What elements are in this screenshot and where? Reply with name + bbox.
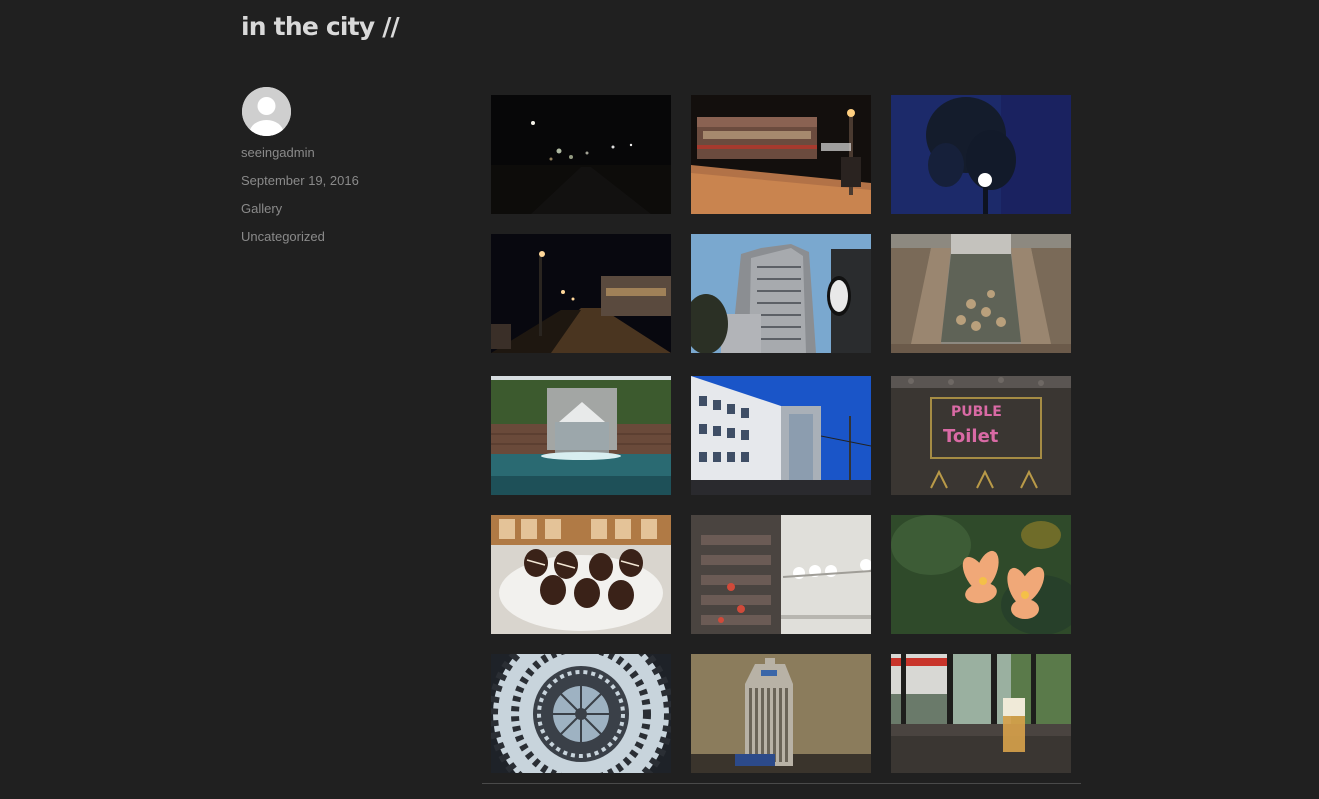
gallery-thumb[interactable]: [691, 515, 871, 634]
gallery-thumb[interactable]: PUBLE Toilet: [891, 376, 1071, 495]
post-meta: seeingadmin September 19, 2016 Gallery U…: [241, 142, 359, 254]
train-at-platform-night-image: [691, 95, 871, 214]
gallery-thumb[interactable]: [491, 515, 671, 634]
category-link-gallery[interactable]: Gallery: [241, 201, 282, 216]
gallery-thumb[interactable]: [891, 95, 1071, 214]
window-drink-view-image: [891, 654, 1071, 773]
gallery-thumb[interactable]: [691, 654, 871, 773]
gallery-thumb[interactable]: [891, 515, 1071, 634]
station-platform-night-image: [491, 234, 671, 353]
city-skyscraper-image: [691, 234, 871, 353]
meta-category: Uncategorized: [241, 226, 359, 254]
gallery-thumb[interactable]: [691, 234, 871, 353]
night-street-lights-image: [491, 95, 671, 214]
water-fountain-wall-image: [491, 376, 671, 495]
gallery-thumb[interactable]: [691, 376, 871, 495]
public-toilet-chalk-image: PUBLE Toilet: [891, 376, 1071, 495]
gallery-thumb[interactable]: [491, 234, 671, 353]
meta-category: Gallery: [241, 198, 359, 226]
author-link[interactable]: seeingadmin: [241, 145, 315, 160]
gallery-thumb[interactable]: [491, 376, 671, 495]
gallery-thumb[interactable]: [491, 654, 671, 773]
content-divider: [482, 783, 1081, 784]
category-link-uncategorized[interactable]: Uncategorized: [241, 229, 325, 244]
tree-and-lamp-dusk-image: [891, 95, 1071, 214]
avatar-placeholder-icon: [242, 87, 291, 136]
gallery-thumb[interactable]: [891, 234, 1071, 353]
gallery-thumb[interactable]: [491, 95, 671, 214]
post-date-link[interactable]: September 19, 2016: [241, 173, 359, 188]
meta-date: September 19, 2016: [241, 170, 359, 198]
fountain-benches-image: [891, 234, 1071, 353]
chocolate-strawberries-image: [491, 515, 671, 634]
meta-author: seeingadmin: [241, 142, 359, 170]
glass-dome-ceiling-image: [491, 654, 671, 773]
gallery-thumb[interactable]: [691, 95, 871, 214]
post-title: in the city //: [241, 12, 400, 41]
sideways-interior-image: [691, 515, 871, 634]
orange-lilies-image: [891, 515, 1071, 634]
city-buildings-blue-sky-image: [691, 376, 871, 495]
author-avatar[interactable]: [242, 87, 291, 136]
building-model-image: [691, 654, 871, 773]
svg-text:PUBLE: PUBLE: [951, 404, 1002, 420]
post-page: in the city // seeingadmin September 19,…: [0, 0, 1319, 799]
svg-text:Toilet: Toilet: [943, 426, 999, 447]
gallery-thumb[interactable]: [891, 654, 1071, 773]
